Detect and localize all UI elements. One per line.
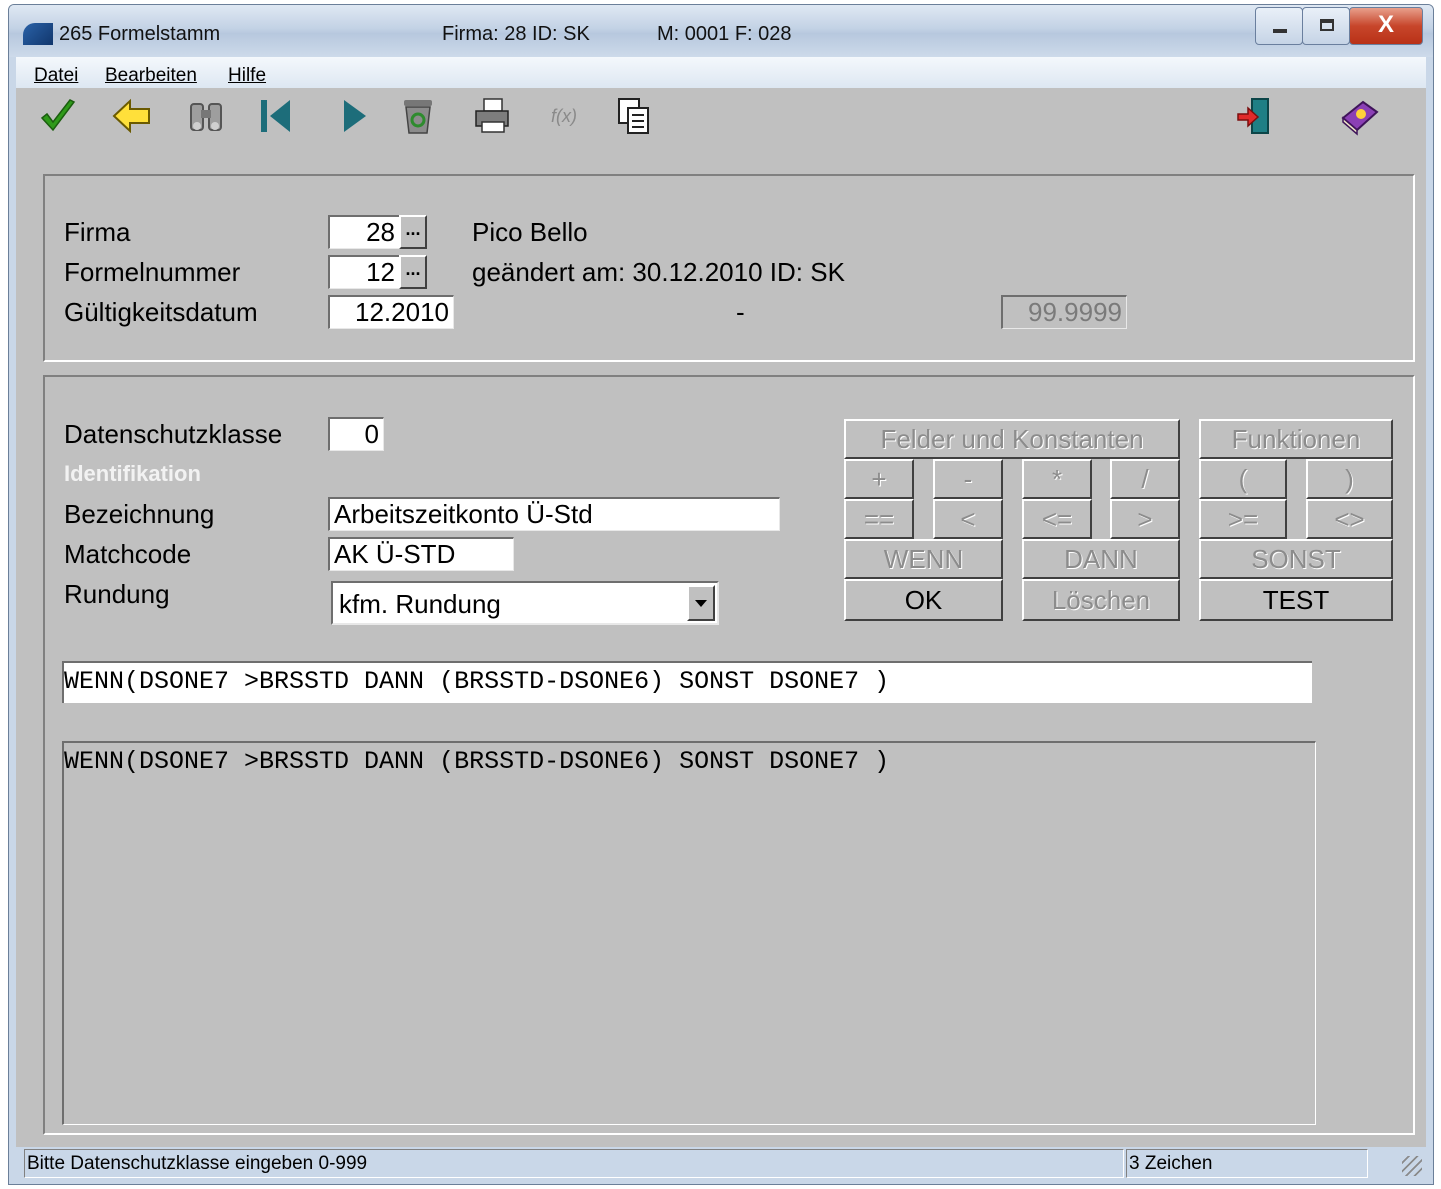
gueltig-von-input[interactable]: 12.2010 xyxy=(328,295,454,329)
rundung-label: Rundung xyxy=(64,579,170,609)
test-button[interactable]: TEST xyxy=(1199,579,1393,621)
app-icon xyxy=(23,23,53,45)
formula-input[interactable]: WENN(DSONE7 >BRSSTD DANN (BRSSTD-DSONE6)… xyxy=(62,661,1312,703)
multiply-button[interactable]: * xyxy=(1022,459,1092,499)
divide-button[interactable]: / xyxy=(1110,459,1180,499)
sonst-button[interactable]: SONST xyxy=(1199,539,1393,579)
window-controls: X xyxy=(1255,7,1423,45)
ok-button[interactable]: OK xyxy=(844,579,1003,621)
menu-hilfe[interactable]: Hilfe xyxy=(228,65,266,87)
gueltigkeit-label: Gültigkeitsdatum xyxy=(64,297,258,327)
gueltig-bis-input: 99.9999 xyxy=(1001,295,1127,329)
formelnummer-lookup-button[interactable]: ... xyxy=(399,255,427,289)
minimize-button[interactable] xyxy=(1255,7,1303,45)
maximize-button[interactable] xyxy=(1302,7,1350,45)
resize-grip-icon[interactable] xyxy=(1402,1156,1422,1176)
felder-konstanten-button[interactable]: Felder und Konstanten xyxy=(844,419,1180,459)
greater-equal-button[interactable]: >= xyxy=(1199,499,1287,539)
datenschutz-label: Datenschutzklasse xyxy=(64,419,283,449)
minimize-icon xyxy=(1273,29,1287,33)
copy-icon[interactable] xyxy=(612,94,656,138)
matchcode-input[interactable]: AK Ü-STD xyxy=(328,537,514,571)
chevron-down-icon xyxy=(695,600,707,607)
firma-input[interactable]: 28 xyxy=(328,215,400,249)
firma-label: Firma xyxy=(64,217,131,247)
wenn-button[interactable]: WENN xyxy=(844,539,1003,579)
status-char-count: 3 Zeichen xyxy=(1126,1149,1368,1178)
firma-name: Pico Bello xyxy=(472,217,588,247)
less-equal-button[interactable]: <= xyxy=(1022,499,1092,539)
bezeichnung-label: Bezeichnung xyxy=(64,499,215,529)
toolbar: f(x) xyxy=(16,88,1426,148)
menu-bar: Datei Bearbeiten Hilfe xyxy=(16,57,1426,88)
matchcode-label: Matchcode xyxy=(64,539,192,569)
status-bar: Bitte Datenschutzklasse eingeben 0-999 3… xyxy=(16,1147,1426,1180)
equals-button[interactable]: == xyxy=(844,499,914,539)
menu-bearbeiten[interactable]: Bearbeiten xyxy=(105,65,197,87)
formelnummer-label: Formelnummer xyxy=(64,257,241,287)
title-mandant-info: M: 0001 F: 028 xyxy=(657,23,792,45)
section-identifikation: Identifikation xyxy=(64,461,201,486)
maximize-icon xyxy=(1320,19,1334,31)
first-record-icon[interactable] xyxy=(254,94,298,138)
title-firma-info: Firma: 28 ID: SK xyxy=(442,23,590,45)
close-icon: X xyxy=(1377,11,1394,38)
rundung-dropdown-button[interactable] xyxy=(687,585,715,621)
status-message: Bitte Datenschutzklasse eingeben 0-999 xyxy=(24,1149,1124,1178)
dann-button[interactable]: DANN xyxy=(1022,539,1180,579)
loeschen-button[interactable]: Löschen xyxy=(1022,579,1180,621)
formelnummer-input[interactable]: 12 xyxy=(328,255,400,289)
printer-icon[interactable] xyxy=(470,94,514,138)
funktionen-button[interactable]: Funktionen xyxy=(1199,419,1393,459)
not-equal-button[interactable]: <> xyxy=(1306,499,1393,539)
rundung-select[interactable]: kfm. Rundung xyxy=(331,581,719,625)
date-range-dash: - xyxy=(736,297,745,327)
formula-display[interactable]: WENN(DSONE7 >BRSSTD DANN (BRSSTD-DSONE6)… xyxy=(62,741,1316,1125)
rundung-selected-value: kfm. Rundung xyxy=(339,589,501,619)
greater-than-button[interactable]: > xyxy=(1110,499,1180,539)
datenschutz-input[interactable]: 0 xyxy=(328,417,384,451)
app-window: 265 Formelstamm Firma: 28 ID: SK M: 0001… xyxy=(8,4,1434,1185)
firma-lookup-button[interactable]: ... xyxy=(399,215,427,249)
help-book-icon[interactable] xyxy=(1338,94,1382,138)
checkmark-icon[interactable] xyxy=(36,94,80,138)
next-record-icon[interactable] xyxy=(332,94,376,138)
window-title: 265 Formelstamm xyxy=(59,23,221,45)
exit-door-icon[interactable] xyxy=(1232,94,1276,138)
client-area: Datei Bearbeiten Hilfe f(x) Firma 28 ...… xyxy=(16,57,1426,1180)
menu-datei[interactable]: Datei xyxy=(34,65,78,87)
right-paren-button[interactable]: ) xyxy=(1306,459,1393,499)
left-paren-button[interactable]: ( xyxy=(1199,459,1287,499)
binoculars-icon[interactable] xyxy=(184,94,228,138)
close-button[interactable]: X xyxy=(1349,7,1423,45)
recycle-bin-icon[interactable] xyxy=(396,94,440,138)
plus-button[interactable]: + xyxy=(844,459,914,499)
changed-info: geändert am: 30.12.2010 ID: SK xyxy=(472,257,845,287)
back-arrow-icon[interactable] xyxy=(110,94,154,138)
title-bar[interactable]: 265 Formelstamm Firma: 28 ID: SK M: 0001… xyxy=(9,5,1433,57)
less-than-button[interactable]: < xyxy=(933,499,1003,539)
bezeichnung-input[interactable]: Arbeitszeitkonto Ü-Std xyxy=(328,497,780,531)
minus-button[interactable]: - xyxy=(933,459,1003,499)
formula-icon[interactable]: f(x) xyxy=(542,94,586,138)
